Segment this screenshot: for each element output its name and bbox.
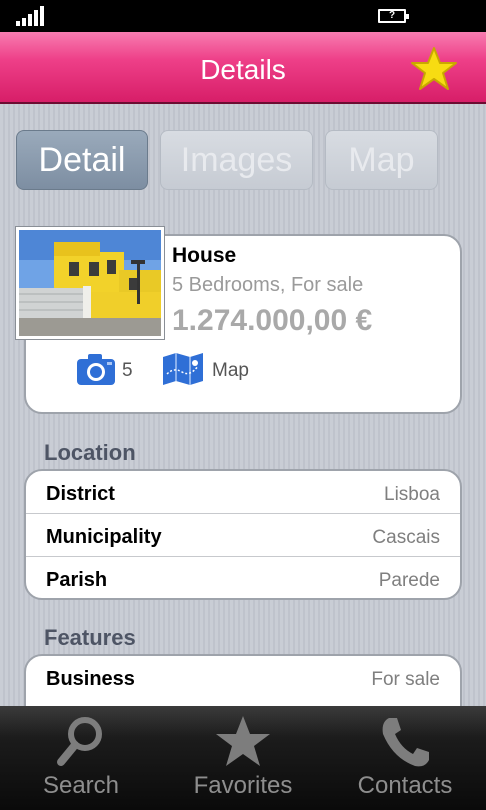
row-key: Parish xyxy=(46,569,108,591)
row-value: Lisboa xyxy=(384,484,440,505)
property-type: House xyxy=(172,244,237,267)
battery-icon: ? xyxy=(378,9,409,23)
table-row: Municipality Cascais xyxy=(26,514,460,557)
property-description: 5 Bedrooms, For sale xyxy=(172,274,364,296)
tab-map[interactable]: Map xyxy=(325,130,438,190)
location-card: District Lisboa Municipality Cascais Par… xyxy=(24,469,462,600)
map-label: Map xyxy=(212,360,249,381)
camera-icon xyxy=(77,354,115,385)
row-key: District xyxy=(46,483,115,505)
map-button[interactable]: Map xyxy=(162,350,262,390)
nav-contacts[interactable]: Contacts xyxy=(324,706,486,810)
tab-bar: Detail Images Map xyxy=(16,130,470,190)
location-section-title: Location xyxy=(44,440,136,465)
nav-favorites[interactable]: Favorites xyxy=(162,706,324,810)
map-icon xyxy=(163,353,203,385)
battery-label: ? xyxy=(388,10,396,21)
photos-button[interactable]: 5 xyxy=(76,350,146,390)
property-thumbnail[interactable] xyxy=(15,226,165,340)
features-section-title: Features xyxy=(44,625,136,650)
signal-strength-icon xyxy=(16,6,46,26)
nav-search[interactable]: Search xyxy=(0,706,162,810)
row-key: Municipality xyxy=(46,526,162,548)
magnifier-icon xyxy=(57,717,102,766)
table-row: District Lisboa xyxy=(26,471,460,514)
header: Details xyxy=(0,32,486,104)
nav-favorites-label: Favorites xyxy=(193,772,293,799)
status-bar: ? xyxy=(0,0,486,32)
row-key: Business xyxy=(46,668,135,690)
table-row: Parish Parede xyxy=(26,557,460,600)
bottom-nav: Search Favorites Contacts xyxy=(0,706,486,810)
photos-count: 5 xyxy=(122,360,133,381)
property-price: 1.274.000,00 € xyxy=(172,304,373,337)
row-value: Parede xyxy=(378,570,440,591)
nav-search-label: Search xyxy=(42,772,120,799)
tab-detail[interactable]: Detail xyxy=(16,130,148,190)
phone-icon xyxy=(382,718,429,767)
star-icon xyxy=(216,716,270,766)
nav-contacts-label: Contacts xyxy=(357,772,453,799)
favorite-star-icon[interactable] xyxy=(410,46,458,92)
tab-images[interactable]: Images xyxy=(160,130,313,190)
table-row: Business For sale xyxy=(26,656,460,699)
details-content[interactable]: Detail Images Map House 5 Bedrooms, For … xyxy=(0,104,486,706)
row-value: Cascais xyxy=(372,527,440,548)
features-card: Business For sale xyxy=(24,654,462,706)
row-value: For sale xyxy=(371,669,440,690)
